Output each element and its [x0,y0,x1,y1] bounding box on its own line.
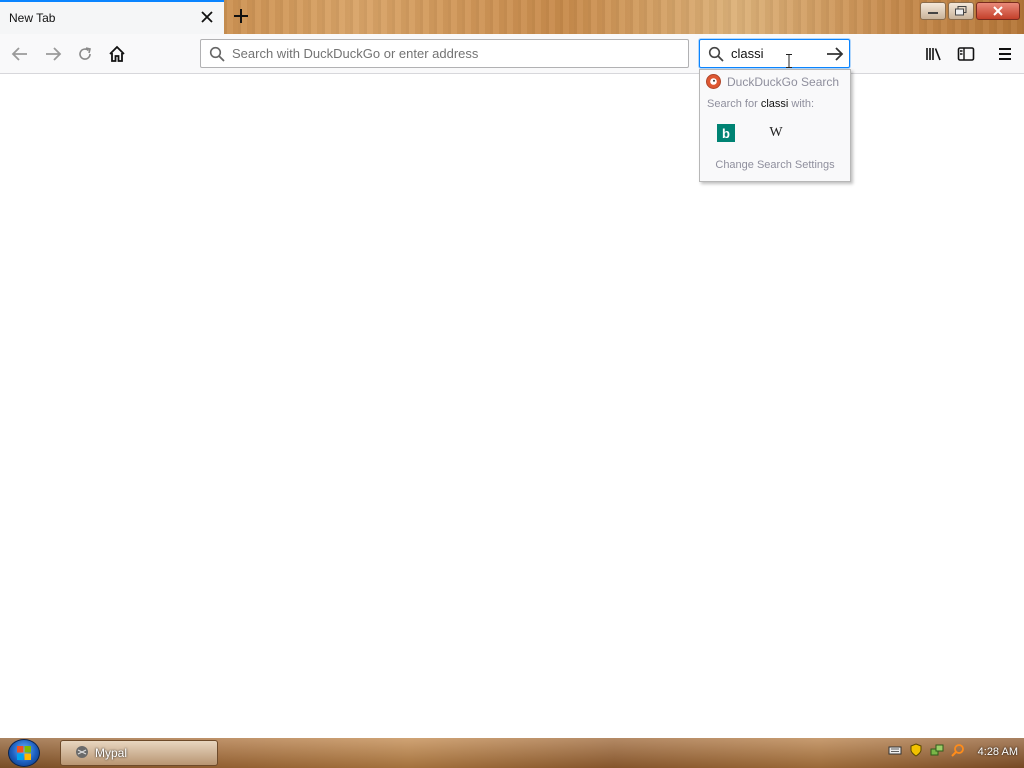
search-input[interactable] [731,46,811,61]
mypal-app-icon [75,745,89,762]
minimize-button[interactable] [920,2,946,20]
security-shield-icon[interactable] [909,743,923,760]
address-bar[interactable] [200,39,689,68]
address-input[interactable] [232,46,672,61]
clock[interactable]: 4:28 AM [978,746,1018,758]
text-cursor-icon [786,54,792,68]
hamburger-menu-icon[interactable] [993,42,1017,66]
new-tab-button[interactable] [232,6,250,26]
search-tray-icon[interactable] [950,743,965,760]
bing-icon[interactable]: b [717,124,735,142]
reload-icon[interactable] [73,42,97,66]
change-search-settings-button[interactable]: Change Search Settings [700,159,850,171]
wikipedia-icon[interactable]: W [767,124,785,142]
restore-button[interactable] [948,2,974,20]
search-icon [209,46,225,65]
search-bar[interactable] [699,39,850,68]
page-content[interactable] [0,74,1024,738]
one-off-engines: b W [717,124,785,142]
popup-engine-header: DuckDuckGo Search [706,74,839,89]
duckduckgo-icon [706,74,721,89]
search-go-arrow-icon[interactable] [825,46,845,62]
search-for-text: Search for classi with: [707,98,815,110]
tab-new-tab[interactable]: New Tab [0,0,224,34]
close-window-button[interactable] [976,2,1020,20]
system-tray: 4:28 AM [888,743,1018,760]
close-tab-icon[interactable] [199,9,215,25]
taskbar-item-label: Mypal [95,746,128,760]
window-controls [920,2,1020,20]
start-button[interactable] [8,739,40,767]
forward-arrow-icon[interactable] [41,42,65,66]
library-icon[interactable] [922,42,946,66]
keyboard-icon[interactable] [888,744,902,759]
taskbar: Mypal 4:28 AM [0,738,1024,768]
network-icon[interactable] [930,743,944,760]
back-arrow-icon[interactable] [8,42,32,66]
engine-label: DuckDuckGo Search [727,74,840,89]
search-icon [708,46,724,65]
search-popup: DuckDuckGo Search Search for classi with… [699,69,851,182]
tab-title: New Tab [9,11,56,25]
sidebar-toggle-icon[interactable] [954,42,978,66]
taskbar-item-mypal[interactable]: Mypal [60,740,218,766]
navigation-toolbar [0,34,1024,74]
home-icon[interactable] [105,42,129,66]
